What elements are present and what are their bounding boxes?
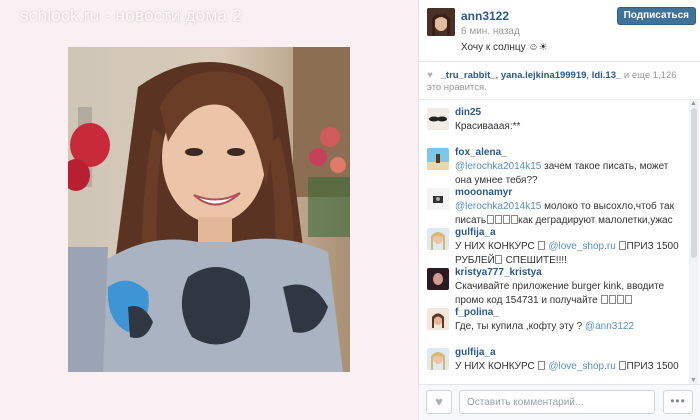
commenter-avatar[interactable] — [427, 148, 449, 170]
scroll-down-arrow-icon[interactable]: ▼ — [690, 377, 697, 384]
mention-link[interactable]: @love_shop.ru — [548, 241, 615, 252]
post-caption: Хочу к солнцу ☺☀ — [461, 42, 548, 53]
comment-text-part: Скачивайте приложение burger kink, вводи… — [455, 281, 665, 306]
photo-pane: schlock.ru - новости дома 2 — [0, 0, 418, 420]
follow-button[interactable]: Подписаться — [616, 7, 696, 25]
missing-glyph-icon — [619, 361, 627, 370]
scrollbar-thumb[interactable] — [691, 108, 697, 258]
missing-glyph-icon — [538, 241, 546, 250]
commenter-avatar[interactable] — [427, 228, 449, 250]
comments-list: din25 Красивааая:** fox_alena_ @lerochka201… — [419, 104, 687, 384]
comment-item: kristya777_kristya Скачивайте приложение … — [419, 264, 687, 306]
post-sidebar: ann3122 6 мин. назад Хочу к солнцу ☺☀ По… — [418, 0, 700, 420]
commenter-avatar[interactable] — [427, 108, 449, 130]
scroll-up-arrow-icon[interactable]: ▲ — [690, 100, 697, 107]
comment-text-part: У НИХ КОНКУРС — [455, 241, 538, 252]
comment-text: Где, ты купила ,кофту эту ? @ann3122 — [455, 320, 683, 334]
missing-glyph-icon — [494, 215, 502, 224]
comment-username[interactable]: fox_alena_ — [455, 147, 507, 158]
heart-icon: ♥ — [427, 70, 433, 81]
watermark: schlock.ru - новости дома 2 — [20, 6, 243, 25]
liker-username[interactable]: yana.lejkina199919 — [501, 70, 587, 81]
missing-glyph-icon — [510, 215, 518, 224]
commenter-avatar[interactable] — [427, 308, 449, 330]
comment-item: gulfija_a У НИХ КОНКУРС @love_shop.ru ПРИ… — [419, 224, 687, 266]
missing-glyph-icon — [619, 241, 627, 250]
comment-username[interactable]: gulfija_a — [455, 227, 496, 238]
comment-bar: ♥ ••• — [419, 384, 700, 420]
post-header: ann3122 6 мин. назад Хочу к солнцу ☺☀ По… — [419, 0, 700, 62]
comment-text-part: Где, ты купила ,кофту эту ? — [455, 321, 585, 332]
comment-username[interactable]: gulfija_a — [455, 347, 496, 358]
comment-text-part: ПРИЗ 1500 — [626, 361, 679, 372]
more-options-button[interactable]: ••• — [663, 390, 693, 414]
comment-item: gulfija_a У НИХ КОНКУРС @love_shop.ru ПРИ… — [419, 344, 687, 384]
comment-username[interactable]: kristya777_kristya — [455, 267, 542, 278]
comment-text: Красивааая:** — [455, 120, 683, 134]
missing-glyph-icon — [486, 215, 494, 224]
comment-username[interactable]: din25 — [455, 107, 481, 118]
mention-link[interactable]: @love_shop.ru — [548, 361, 615, 372]
post-photo[interactable] — [68, 47, 350, 372]
missing-glyph-icon — [624, 295, 632, 304]
comment-text-part: Красивааая:** — [455, 121, 521, 132]
comment-username[interactable]: mooonamyr — [455, 187, 512, 198]
commenter-avatar[interactable] — [427, 348, 449, 370]
author-username[interactable]: ann3122 — [461, 9, 509, 23]
mention-link[interactable]: @lerochka2014k15 — [455, 161, 541, 172]
comments-scrollbar[interactable]: ▲ ▼ — [689, 100, 699, 384]
comment-input[interactable] — [459, 390, 655, 414]
mention-link[interactable]: @lerochka2014k15 — [455, 201, 541, 212]
comment-text: У НИХ КОНКУРС @love_shop.ru ПРИЗ 1500 — [455, 360, 683, 374]
comment-item: mooonamyr @lerochka2014k15 молоко то высо… — [419, 184, 687, 226]
post-timestamp: 6 мин. назад — [461, 26, 520, 37]
mention-link[interactable]: @ann3122 — [585, 321, 634, 332]
comment-item: f_polina_ Где, ты купила ,кофту эту ? @an… — [419, 304, 687, 344]
missing-glyph-icon — [608, 295, 616, 304]
likes-summary: ♥ _tru_rabbit_, yana.lejkina199919, ldi.… — [419, 62, 700, 100]
heart-icon: ♥ — [435, 394, 443, 409]
commenter-avatar[interactable] — [427, 268, 449, 290]
missing-glyph-icon — [600, 295, 608, 304]
missing-glyph-icon — [538, 361, 546, 370]
comment-text-part: У НИХ КОНКУРС — [455, 361, 538, 372]
comment-item: fox_alena_ @lerochka2014k15 зачем такое п… — [419, 144, 687, 186]
missing-glyph-icon — [495, 255, 503, 264]
missing-glyph-icon — [616, 295, 624, 304]
comment-item: din25 Красивааая:** — [419, 104, 687, 144]
liker-username[interactable]: ldi.13_ — [592, 70, 622, 81]
missing-glyph-icon — [502, 215, 510, 224]
like-heart-button[interactable]: ♥ — [426, 390, 452, 414]
comment-username[interactable]: f_polina_ — [455, 307, 499, 318]
selfie-image — [68, 47, 350, 372]
author-avatar[interactable] — [427, 8, 455, 36]
commenter-avatar[interactable] — [427, 188, 449, 210]
liker-username[interactable]: _tru_rabbit_ — [441, 70, 496, 81]
